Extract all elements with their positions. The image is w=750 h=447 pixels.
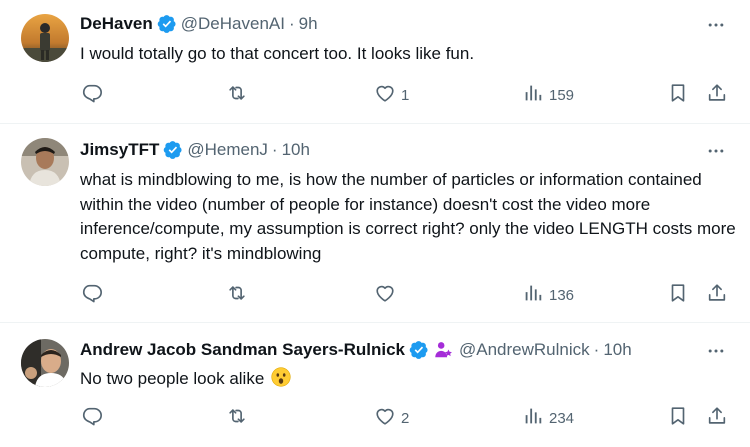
reply-icon [81,405,103,431]
like-count: 2 [401,409,410,427]
like-count: 1 [401,86,410,104]
bookmark-icon [667,82,689,108]
reply-button[interactable] [81,282,103,308]
tweet-text: I would totally go to that concert too. … [80,44,475,63]
bookmark-button[interactable] [667,82,689,108]
avatar[interactable] [21,14,69,62]
avatar[interactable] [21,339,69,387]
views-icon [522,405,544,431]
share-icon [706,405,728,431]
tweet-header: DeHaven @DeHavenAI · 9h [80,12,318,36]
display-name[interactable]: DeHaven [80,14,153,34]
separator-dot: · [271,140,278,159]
bookmark-icon [667,282,689,308]
tweet-text-content: No two people look alike [80,369,265,388]
verified-badge-icon[interactable] [157,14,177,34]
more-icon[interactable] [704,139,728,163]
retweet-icon [226,405,248,431]
share-icon [706,282,728,308]
share-button[interactable] [706,405,728,431]
tweet-header: JimsyTFT @HemenJ · 10h [80,138,310,162]
action-bar: 136 [0,282,750,308]
action-bar: 1 159 [0,82,750,108]
verified-badge-icon[interactable] [409,340,429,360]
action-bar: 2 234 [0,405,750,431]
reply-button[interactable] [81,82,103,108]
like-icon [374,82,396,108]
like-button[interactable]: 1 [374,82,409,108]
more-icon[interactable] [704,13,728,37]
bookmark-button[interactable] [667,405,689,431]
reply-icon [81,282,103,308]
astonished-face-icon [271,367,291,387]
reply-icon [81,82,103,108]
views-button[interactable]: 136 [522,282,574,308]
retweet-icon [226,282,248,308]
retweet-icon [226,82,248,108]
verified-badge-icon[interactable] [163,140,183,160]
tweet-text: what is mindblowing to me, is how the nu… [80,170,736,263]
bookmark-icon [667,405,689,431]
separator-dot: · [288,14,295,33]
avatar[interactable] [21,138,69,186]
like-button[interactable]: 2 [374,405,409,431]
more-icon[interactable] [704,339,728,363]
share-button[interactable] [706,82,728,108]
like-button[interactable] [374,282,396,308]
share-icon [706,82,728,108]
timestamp[interactable]: 9h [299,14,318,34]
tweet-text: No two people look alike [80,367,740,392]
like-icon [374,405,396,431]
views-icon [522,82,544,108]
affiliate-person-icon[interactable] [433,340,453,360]
views-button[interactable]: 159 [522,82,574,108]
view-count: 159 [549,86,575,104]
bookmark-button[interactable] [667,282,689,308]
like-icon [374,282,396,308]
user-handle[interactable]: @AndrewRulnick [459,340,590,360]
retweet-button[interactable] [226,282,248,308]
tweet-header: Andrew Jacob Sandman Sayers-Rulnick @And… [80,338,632,362]
view-count: 234 [549,409,575,427]
view-count: 136 [549,286,575,304]
tweet[interactable]: DeHaven @DeHavenAI · 9h I would totally … [0,0,750,124]
user-handle[interactable]: @HemenJ [187,140,268,160]
timestamp[interactable]: 10h [603,340,631,360]
display-name[interactable]: JimsyTFT [80,140,159,160]
user-handle[interactable]: @DeHavenAI [181,14,285,34]
display-name[interactable]: Andrew Jacob Sandman Sayers-Rulnick [80,340,405,360]
views-button[interactable]: 234 [522,405,574,431]
reply-button[interactable] [81,405,103,431]
views-icon [522,282,544,308]
separator-dot: · [593,340,600,359]
retweet-button[interactable] [226,82,248,108]
tweet[interactable]: Andrew Jacob Sandman Sayers-Rulnick @And… [0,323,750,447]
timestamp[interactable]: 10h [282,140,310,160]
tweet[interactable]: JimsyTFT @HemenJ · 10h what is mindblowi… [0,124,750,323]
share-button[interactable] [706,282,728,308]
retweet-button[interactable] [226,405,248,431]
